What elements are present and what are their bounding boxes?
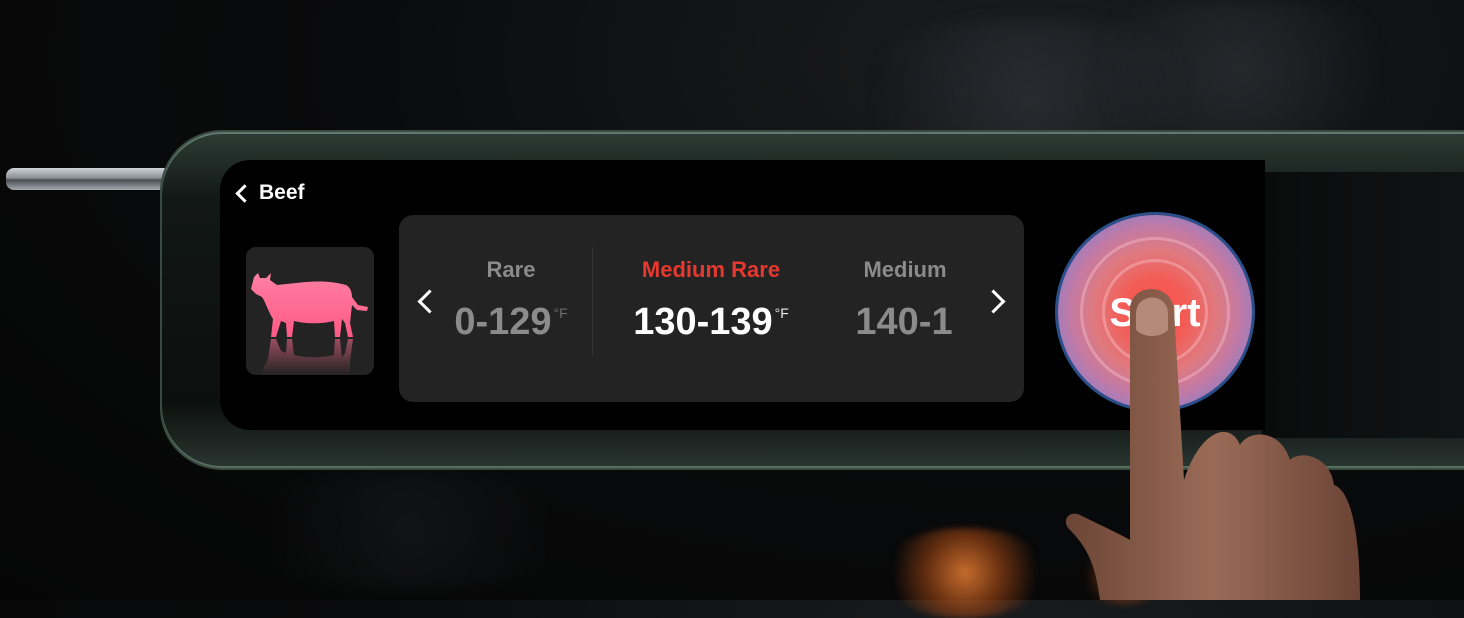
doneness-range: 0-129: [454, 301, 552, 343]
doneness-option-rare[interactable]: Rare 0-129 °F: [441, 257, 581, 344]
hand-illustration: [1065, 289, 1360, 600]
chevron-right-icon[interactable]: [981, 289, 1006, 314]
doneness-option-medium[interactable]: Medium 140-1: [839, 257, 971, 344]
chevron-left-icon: [235, 183, 254, 203]
background-ember: [880, 528, 1050, 618]
background-smoke: [1050, 0, 1430, 140]
meat-category-tile[interactable]: [246, 247, 374, 375]
back-label: Beef: [259, 181, 305, 204]
doneness-label: Medium: [863, 257, 947, 282]
back-button[interactable]: Beef: [234, 181, 305, 205]
background-smoke: [200, 470, 620, 590]
doneness-picker[interactable]: Rare 0-129 °F Medium Rare 130-139 °F Mediu…: [399, 215, 1024, 402]
doneness-option-medium-rare[interactable]: Medium Rare 130-139 °F: [621, 257, 801, 344]
picker-divider: [592, 247, 593, 355]
doneness-range: 140-1: [855, 301, 953, 343]
chevron-left-icon[interactable]: [417, 289, 442, 314]
doneness-range-selected: 130-139: [633, 301, 773, 343]
unit-label: °F: [553, 305, 568, 321]
temperature-probe: [6, 168, 186, 190]
cow-icon: [251, 273, 368, 375]
doneness-label-selected: Medium Rare: [641, 257, 781, 282]
unit-label: °F: [774, 305, 789, 321]
doneness-label: Rare: [486, 257, 536, 282]
